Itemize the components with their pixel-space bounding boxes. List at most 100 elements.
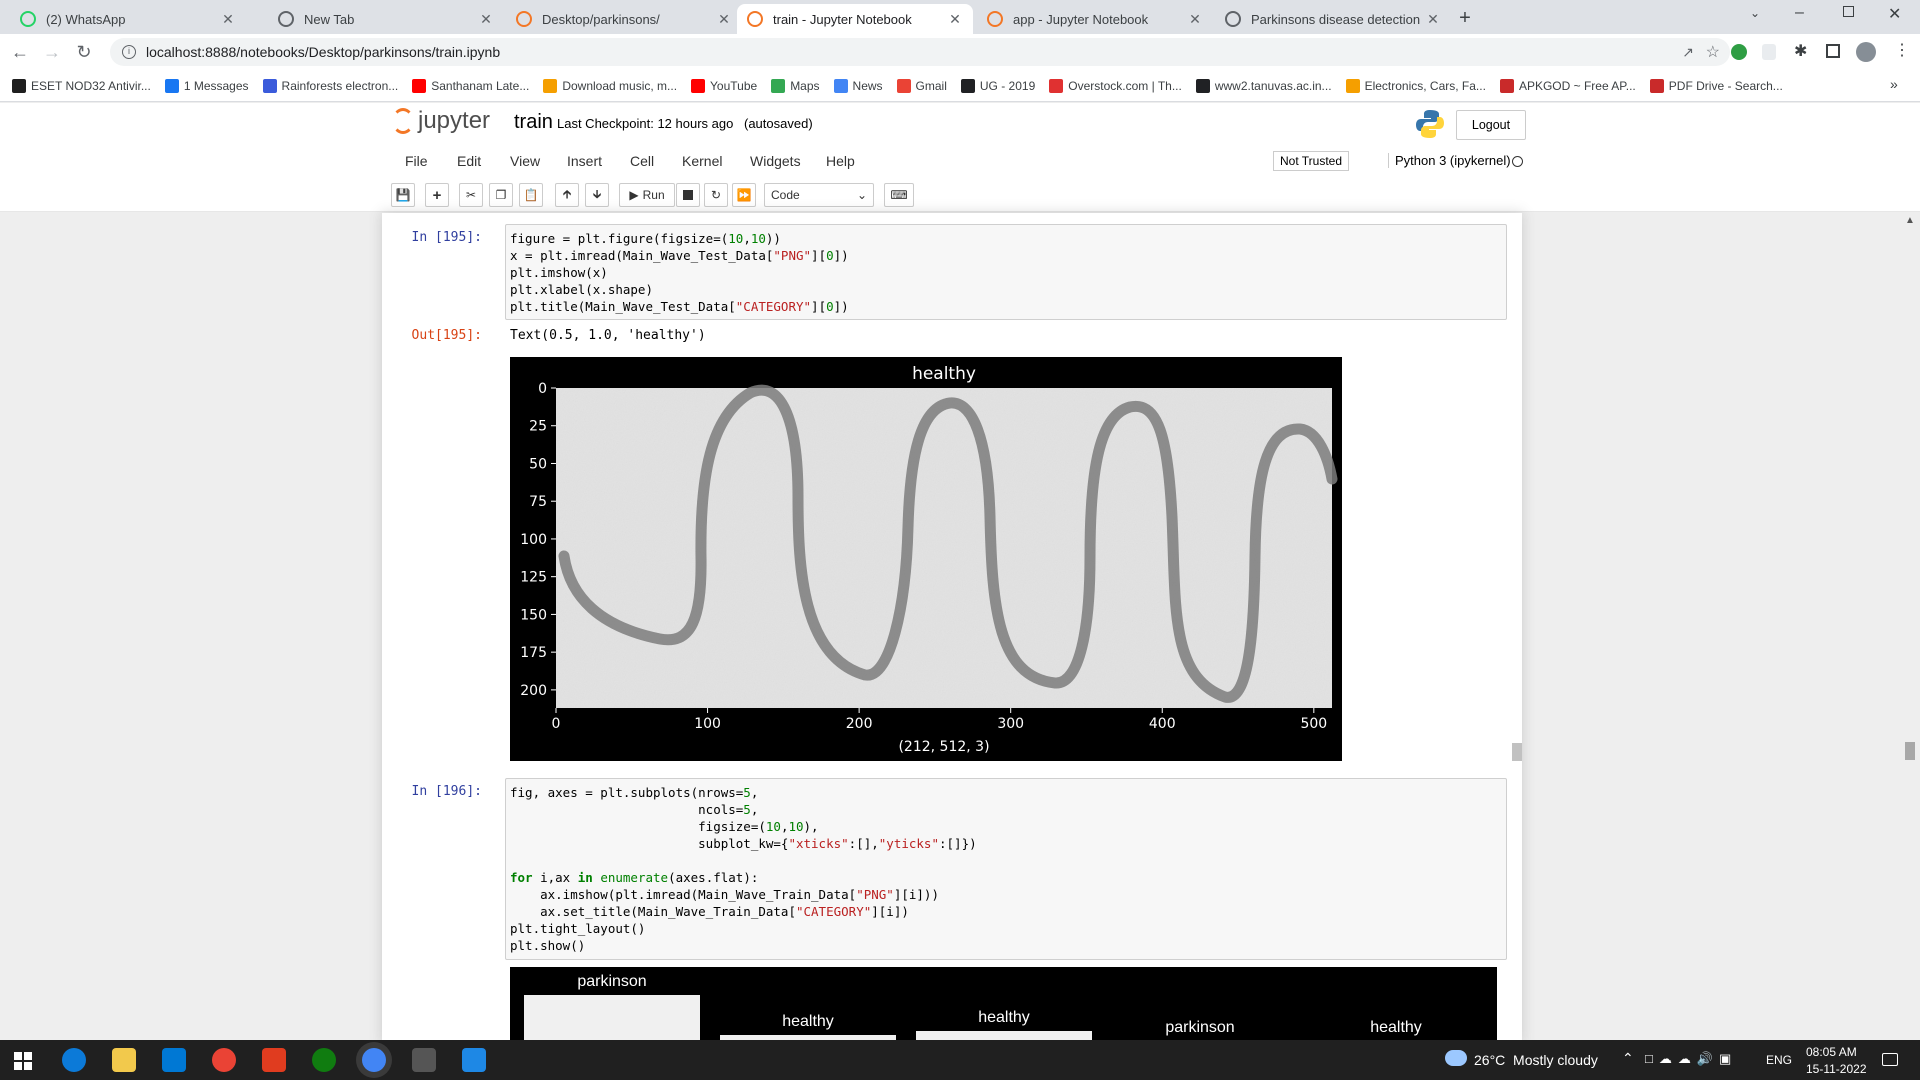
clock-time[interactable]: 08:05 AM bbox=[1806, 1045, 1857, 1059]
clock-date[interactable]: 15-11-2022 bbox=[1806, 1062, 1867, 1076]
close-tab-icon[interactable]: ✕ bbox=[716, 11, 732, 28]
insert-cell-button[interactable]: + bbox=[425, 183, 449, 207]
bookmark-item[interactable]: UG - 2019 bbox=[960, 78, 1035, 93]
move-down-button[interactable]: 🡳 bbox=[585, 183, 609, 207]
browser-tab[interactable]: (2) WhatsApp ✕ bbox=[10, 4, 246, 34]
browser-tab[interactable]: Desktop/parkinsons/ ✕ bbox=[506, 4, 742, 34]
scrollbar-thumb[interactable] bbox=[1512, 743, 1522, 761]
reload-icon[interactable]: ↻ bbox=[72, 40, 96, 64]
url-text[interactable]: localhost:8888/notebooks/Desktop/parkins… bbox=[146, 44, 500, 60]
copy-button[interactable]: ❐ bbox=[489, 183, 513, 207]
profile-avatar[interactable] bbox=[1856, 42, 1876, 62]
share-icon[interactable]: ↗ bbox=[1682, 44, 1694, 61]
bookmark-item[interactable]: PDF Drive - Search... bbox=[1649, 78, 1783, 93]
xbox-icon[interactable] bbox=[312, 1048, 336, 1072]
windows-start-icon[interactable] bbox=[14, 1052, 32, 1070]
bookmark-item[interactable]: YouTube bbox=[691, 78, 757, 93]
language-indicator[interactable]: ENG bbox=[1766, 1053, 1792, 1067]
side-panel-icon[interactable] bbox=[1826, 44, 1840, 58]
menu-widgets[interactable]: Widgets bbox=[750, 153, 801, 169]
bookmark-item[interactable]: APKGOD ~ Free AP... bbox=[1499, 78, 1636, 93]
address-bar[interactable]: i localhost:8888/notebooks/Desktop/parki… bbox=[110, 38, 1730, 66]
notifications-icon[interactable] bbox=[1882, 1053, 1898, 1066]
kernel-indicator[interactable]: Python 3 (ipykernel) bbox=[1388, 153, 1511, 168]
save-button[interactable]: 💾 bbox=[391, 183, 415, 207]
bookmark-item[interactable]: www2.tanuvas.ac.in... bbox=[1195, 78, 1332, 93]
edge-icon[interactable] bbox=[62, 1048, 86, 1072]
close-window-button[interactable]: ✕ bbox=[1888, 4, 1901, 24]
minimize-button[interactable]: – bbox=[1795, 4, 1804, 22]
bookmark-item[interactable]: 1 Messages bbox=[164, 78, 249, 93]
close-tab-icon[interactable]: ✕ bbox=[947, 11, 963, 28]
interrupt-button[interactable] bbox=[676, 183, 700, 207]
jupyter-logo[interactable]: jupyter bbox=[392, 107, 490, 135]
bookmark-item[interactable]: Rainforests electron... bbox=[262, 78, 398, 93]
close-tab-icon[interactable]: ✕ bbox=[478, 11, 494, 28]
file-explorer-icon[interactable] bbox=[112, 1048, 136, 1072]
trust-indicator[interactable]: Not Trusted bbox=[1273, 151, 1350, 171]
move-up-button[interactable]: 🡱 bbox=[555, 183, 579, 207]
tray-icons[interactable]: □☁☁🔊▣ bbox=[1645, 1051, 1737, 1067]
y-tick-label: 100 bbox=[520, 532, 547, 548]
run-button[interactable]: ▶ Run bbox=[619, 183, 675, 207]
close-tab-icon[interactable]: ✕ bbox=[1425, 11, 1441, 28]
maximize-button[interactable] bbox=[1843, 6, 1854, 17]
menu-file[interactable]: File bbox=[405, 153, 428, 169]
bookmark-item[interactable]: Gmail bbox=[896, 78, 947, 93]
cell-196-code[interactable]: fig, axes = plt.subplots(nrows=5, ncols=… bbox=[505, 778, 1507, 960]
menu-view[interactable]: View bbox=[510, 153, 540, 169]
bookmark-item[interactable]: News bbox=[833, 78, 883, 93]
cell-195-code[interactable]: figure = plt.figure(figsize=(10,10)) x = … bbox=[505, 224, 1507, 320]
whatsapp-icon bbox=[20, 11, 36, 27]
weather-text[interactable]: 26°C Mostly cloudy bbox=[1474, 1052, 1598, 1068]
photos-icon[interactable] bbox=[462, 1048, 486, 1072]
new-tab-button[interactable]: + bbox=[1452, 6, 1478, 32]
browser-tab[interactable]: New Tab ✕ bbox=[268, 4, 504, 34]
bookmark-star-icon[interactable]: ☆ bbox=[1706, 42, 1720, 62]
bookmark-item[interactable]: Maps bbox=[771, 78, 820, 93]
bookmark-item[interactable]: Overstock.com | Th... bbox=[1049, 78, 1182, 93]
tray-chevron-icon[interactable]: ⌃ bbox=[1622, 1050, 1634, 1067]
checkpoint-status: Last Checkpoint: 12 hours ago bbox=[557, 116, 734, 131]
logout-button[interactable]: Logout bbox=[1456, 110, 1526, 140]
scroll-up-arrow[interactable]: ▲ bbox=[1905, 215, 1915, 226]
bookmark-favicon-icon bbox=[164, 78, 179, 93]
restart-run-all-button[interactable]: ⏩ bbox=[732, 183, 756, 207]
restart-button[interactable]: ↻ bbox=[704, 183, 728, 207]
close-tab-icon[interactable]: ✕ bbox=[1187, 11, 1203, 28]
chrome-menu-icon[interactable]: ⋮ bbox=[1894, 40, 1910, 60]
extension-icon[interactable] bbox=[1731, 44, 1747, 60]
cut-button[interactable]: ✂ bbox=[459, 183, 483, 207]
more-bookmarks-icon[interactable]: » bbox=[1890, 76, 1898, 92]
bookmark-item[interactable]: ESET NOD32 Antivir... bbox=[12, 78, 151, 93]
chrome-taskbar-icon[interactable] bbox=[212, 1048, 236, 1072]
cell-type-select[interactable]: Code ⌄ bbox=[764, 183, 874, 207]
bookmark-favicon-icon bbox=[1049, 78, 1064, 93]
browser-tab[interactable]: Parkinsons disease detection ✕ bbox=[1215, 4, 1451, 34]
bookmark-item[interactable]: Electronics, Cars, Fa... bbox=[1345, 78, 1486, 93]
bookmark-item[interactable]: Santhanam Late... bbox=[412, 78, 529, 93]
menu-kernel[interactable]: Kernel bbox=[682, 153, 722, 169]
paste-button[interactable]: 📋 bbox=[519, 183, 543, 207]
page-scrollbar-thumb[interactable] bbox=[1905, 742, 1915, 760]
chrome-active-icon[interactable] bbox=[362, 1048, 386, 1072]
store-icon[interactable] bbox=[162, 1048, 186, 1072]
forward-icon[interactable]: → bbox=[40, 40, 64, 64]
info-icon[interactable]: i bbox=[122, 45, 136, 59]
tab-search-icon[interactable]: ⌄ bbox=[1750, 6, 1760, 20]
close-tab-icon[interactable]: ✕ bbox=[220, 11, 236, 28]
bookmark-item[interactable]: Download music, m... bbox=[543, 78, 677, 93]
command-palette-button[interactable]: ⌨ bbox=[884, 183, 914, 207]
extensions-puzzle-icon[interactable]: ✱ bbox=[1794, 41, 1807, 61]
terminal-icon[interactable] bbox=[412, 1048, 436, 1072]
browser-tab[interactable]: train - Jupyter Notebook ✕ bbox=[737, 4, 973, 34]
notebook-name[interactable]: train bbox=[514, 111, 553, 134]
back-icon[interactable]: ← bbox=[8, 40, 32, 64]
extension-shield-icon[interactable] bbox=[1762, 44, 1776, 60]
menu-help[interactable]: Help bbox=[826, 153, 855, 169]
menu-edit[interactable]: Edit bbox=[457, 153, 481, 169]
browser-tab[interactable]: app - Jupyter Notebook ✕ bbox=[977, 4, 1213, 34]
menu-insert[interactable]: Insert bbox=[567, 153, 602, 169]
office-icon[interactable] bbox=[262, 1048, 286, 1072]
menu-cell[interactable]: Cell bbox=[630, 153, 654, 169]
